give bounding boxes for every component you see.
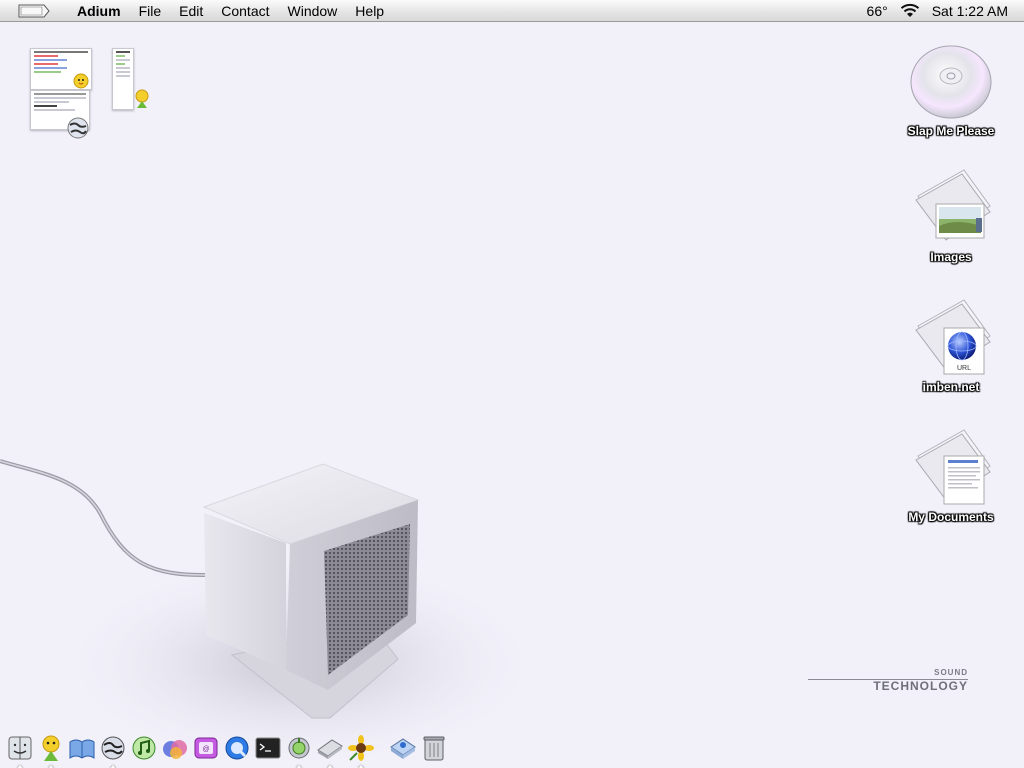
sunflower-icon: [348, 735, 374, 761]
applications-folder-icon: [390, 738, 416, 759]
dock-itunes[interactable]: [130, 732, 158, 764]
book-icon: [69, 739, 95, 759]
brand-large-text: TECHNOLOGY: [873, 679, 968, 693]
quicktime-icon: [225, 736, 249, 760]
menu-extras: 66° Sat 1:22 AM: [859, 0, 1024, 22]
dock-adium[interactable]: [37, 732, 65, 768]
url-badge: URL: [957, 365, 971, 372]
desktop-icon-imben-net[interactable]: URL imben.net: [896, 296, 1006, 396]
image-folder-icon: [915, 169, 991, 241]
menu-bar: Adium File Edit Contact Window Help 66° …: [0, 0, 1024, 22]
desktop-icon-label: My Documents: [908, 510, 994, 524]
dock-trash[interactable]: [420, 732, 448, 764]
url-file-icon: URL: [915, 299, 991, 375]
dock-terminal[interactable]: [254, 732, 282, 764]
itunes-icon: [132, 736, 156, 760]
wallpaper-brand: SOUND TECHNOLOGY: [808, 668, 968, 694]
desktop-icon-label: imben.net: [922, 380, 980, 394]
adium-duck-small-icon: [135, 89, 149, 108]
hard-drive-icon: [317, 739, 343, 759]
documents-folder-icon: [915, 429, 991, 505]
svg-text:@: @: [202, 746, 209, 753]
dock-disk-utility[interactable]: [285, 732, 313, 768]
desktop-icon-images[interactable]: Images: [896, 166, 1006, 266]
menu-edit[interactable]: Edit: [170, 0, 212, 22]
menu-clock[interactable]: Sat 1:22 AM: [924, 0, 1024, 22]
menu-file[interactable]: File: [130, 0, 171, 22]
dock-ical[interactable]: @: [192, 732, 220, 764]
menu-contact[interactable]: Contact: [212, 0, 278, 22]
dock-internet-connect[interactable]: [99, 732, 127, 768]
disk-utility-icon: [288, 737, 310, 759]
dock-dictionary[interactable]: [68, 732, 96, 764]
dock-sunflower[interactable]: [347, 732, 375, 768]
dock-photo-app[interactable]: [161, 732, 189, 764]
menu-app-name[interactable]: Adium: [68, 0, 130, 22]
dock-hard-drive[interactable]: [316, 732, 344, 768]
menu-window[interactable]: Window: [279, 0, 347, 22]
calendar-icon: @: [194, 737, 218, 759]
adium-duck-icon: [73, 73, 89, 89]
desktop-icon-my-documents[interactable]: My Documents: [896, 426, 1006, 526]
dock-finder[interactable]: [6, 732, 34, 768]
adium-icon: [42, 735, 60, 761]
dock-quicktime[interactable]: [223, 732, 251, 764]
globe-icon: [67, 117, 89, 139]
apple-logo-icon[interactable]: [18, 4, 50, 18]
dock: @: [4, 728, 450, 768]
menu-help[interactable]: Help: [346, 0, 393, 22]
terminal-icon: [255, 737, 281, 759]
window-thumbnail-buddy-list[interactable]: [112, 48, 134, 110]
desktop-icon-slap-me-please[interactable]: Slap Me Please: [896, 40, 1006, 140]
dock-applications-folder[interactable]: [389, 732, 417, 764]
desktop-icon-label: Images: [930, 250, 972, 264]
trash-icon: [423, 736, 445, 761]
temperature-status[interactable]: 66°: [859, 0, 896, 22]
brand-small-text: SOUND: [934, 668, 968, 677]
photo-icon: [163, 740, 187, 759]
wifi-icon[interactable]: [898, 0, 922, 22]
desktop-icon-label: Slap Me Please: [907, 124, 995, 138]
globe-icon: [101, 736, 125, 760]
cd-disc-icon: [910, 45, 992, 119]
finder-icon: [8, 736, 32, 760]
speaker-wallpaper: [0, 459, 550, 768]
